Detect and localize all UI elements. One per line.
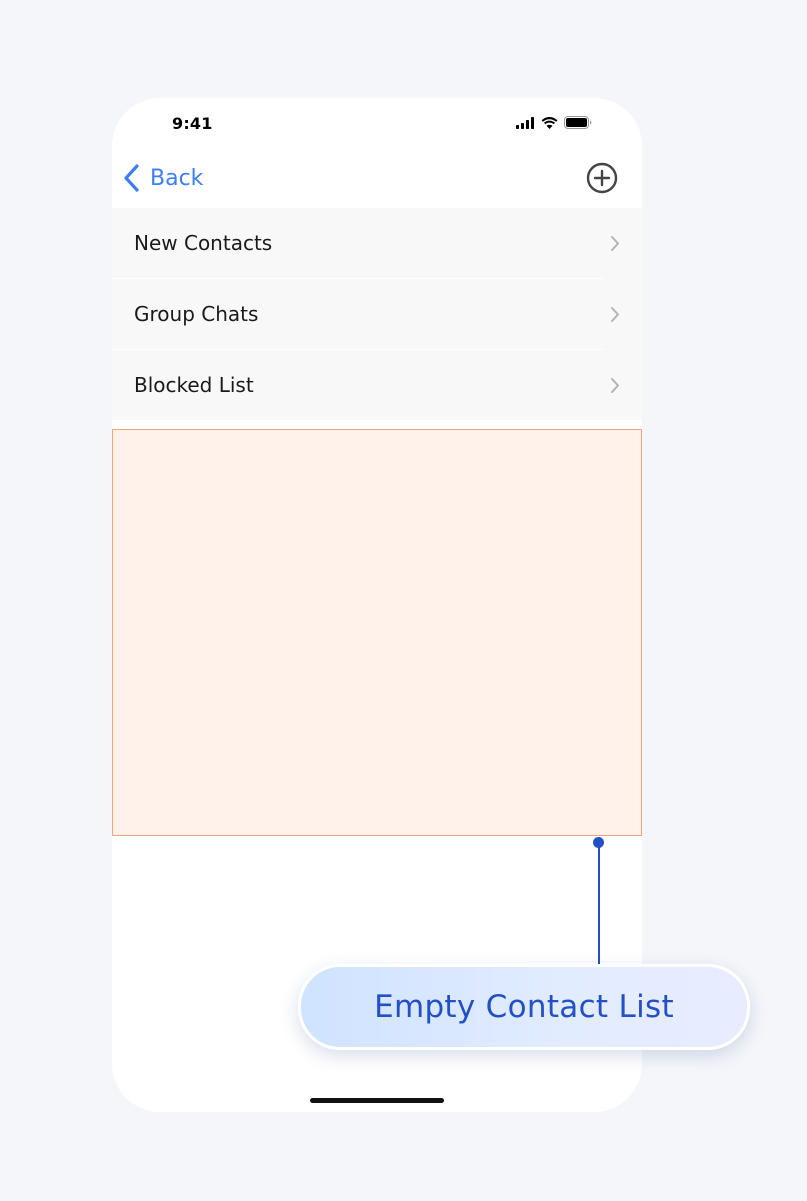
menu-item-label: Blocked List: [134, 373, 254, 397]
navigation-bar: Back: [112, 152, 642, 208]
empty-contact-list-area: [112, 429, 642, 836]
add-contact-button[interactable]: [586, 162, 618, 194]
chevron-right-icon: [610, 377, 620, 398]
wifi-icon: [541, 116, 558, 129]
annotation-label: Empty Contact List: [374, 989, 674, 1025]
back-label: Back: [150, 165, 204, 191]
menu-item-blocked-list[interactable]: Blocked List: [112, 350, 642, 420]
menu-item-label: Group Chats: [134, 302, 259, 326]
cellular-signal-icon: [516, 116, 535, 129]
phone-screen: 9:41 Back New Contacts Group Chats Block…: [112, 98, 642, 1112]
chevron-right-icon: [610, 306, 620, 327]
status-bar: 9:41: [112, 98, 642, 152]
menu-item-new-contacts[interactable]: New Contacts: [112, 208, 642, 279]
plus-circle-icon: [586, 162, 618, 198]
chevron-right-icon: [610, 235, 620, 256]
annotation-callout: Empty Contact List: [298, 964, 750, 1050]
contacts-menu-list: New Contacts Group Chats Blocked List: [112, 208, 642, 420]
chevron-left-icon: [124, 164, 150, 192]
annotation-leader-line: [598, 843, 600, 967]
menu-item-label: New Contacts: [134, 231, 273, 255]
home-indicator: [310, 1098, 444, 1103]
battery-icon: [564, 116, 592, 129]
status-time: 9:41: [172, 114, 213, 133]
menu-item-group-chats[interactable]: Group Chats: [112, 279, 642, 350]
back-button[interactable]: Back: [124, 160, 203, 196]
status-icons: [516, 116, 592, 129]
